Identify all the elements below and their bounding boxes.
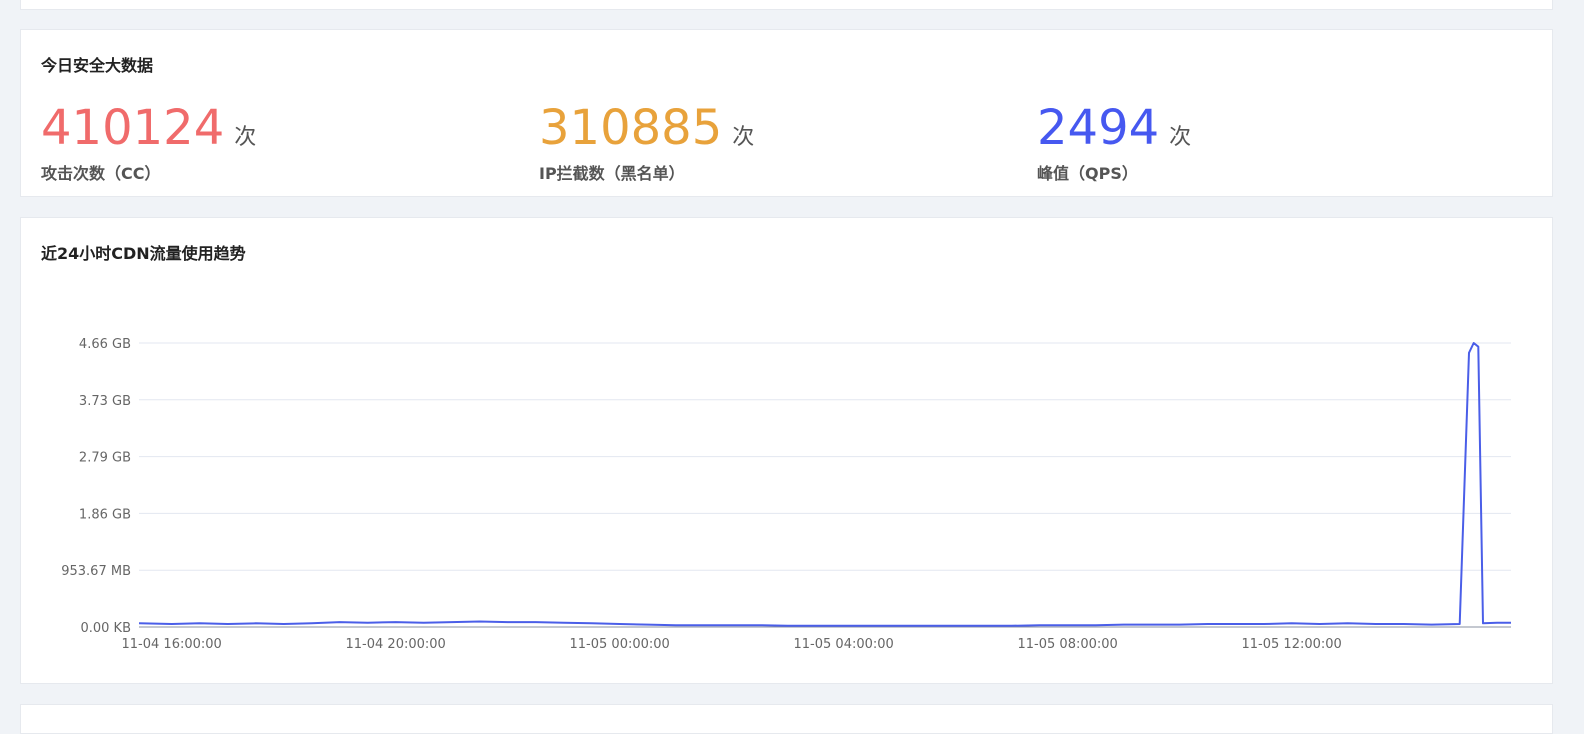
traffic-series-line bbox=[138, 342, 1511, 627]
y-tick-label: 3.73 GB bbox=[79, 394, 131, 409]
y-tick-label: 4.66 GB bbox=[79, 337, 131, 352]
x-tick-label: 11-05 04:00:00 bbox=[794, 637, 894, 652]
y-tick-label: 1.86 GB bbox=[79, 507, 131, 522]
y-tick-label: 0.00 KB bbox=[80, 621, 131, 636]
stat-attack-unit: 次 bbox=[234, 125, 257, 150]
top-panel bbox=[20, 0, 1553, 10]
cdn-traffic-card: 近24小时CDN流量使用趋势 0.00 KB 953.67 MB 1.86 GB 2.… bbox=[20, 217, 1553, 684]
stat-ip-block-label: IP拦截数（黑名单） bbox=[539, 164, 685, 183]
x-tick-label: 11-05 00:00:00 bbox=[570, 637, 670, 652]
x-tick-label: 11-04 16:00:00 bbox=[122, 637, 222, 652]
y-tick-label: 953.67 MB bbox=[61, 564, 131, 579]
traffic-line-chart: 0.00 KB 953.67 MB 1.86 GB 2.79 GB 3.73 GB 4.6… bbox=[61, 337, 1511, 652]
stat-ip-block-unit: 次 bbox=[732, 125, 755, 150]
stat-ip-block-value: 310885 bbox=[539, 100, 723, 156]
x-tick-label: 11-04 20:00:00 bbox=[346, 637, 446, 652]
security-stats-card: 今日安全大数据 410124 次 攻击次数（CC） 310885 次 IP拦截数（黑… bbox=[20, 29, 1553, 197]
stat-ip-block: 310885 次 IP拦截数（黑名单） bbox=[539, 100, 754, 184]
stat-attack-value: 410124 bbox=[41, 100, 225, 156]
security-card-title: 今日安全大数据 bbox=[41, 56, 154, 75]
stat-attack-label: 攻击次数（CC） bbox=[41, 164, 161, 183]
bottom-panel bbox=[20, 704, 1553, 734]
stat-peak-value: 2494 bbox=[1037, 100, 1160, 156]
stat-peak-label: 峰值（QPS） bbox=[1037, 164, 1138, 183]
x-tick-label: 11-05 12:00:00 bbox=[1242, 637, 1342, 652]
y-tick-label: 2.79 GB bbox=[79, 451, 131, 466]
stat-peak-qps: 2494 次 峰值（QPS） bbox=[1037, 100, 1191, 184]
stat-attack-count: 410124 次 攻击次数（CC） bbox=[41, 100, 256, 184]
x-tick-label: 11-05 08:00:00 bbox=[1018, 637, 1118, 652]
stat-peak-unit: 次 bbox=[1169, 125, 1192, 150]
